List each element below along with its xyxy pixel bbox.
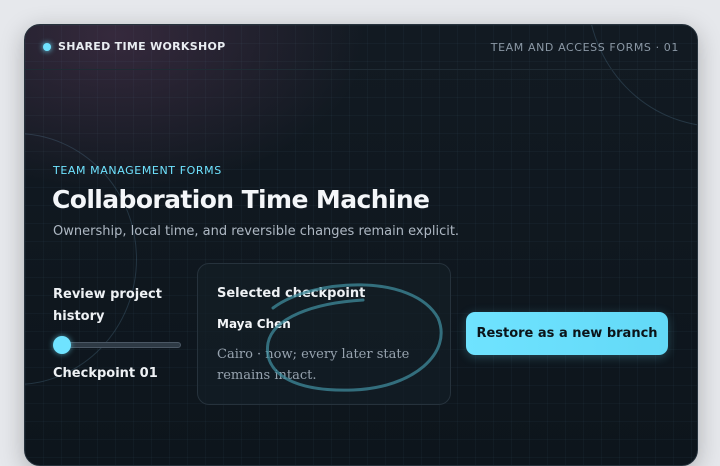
eyebrow-label: TEAM MANAGEMENT FORMS xyxy=(53,164,222,177)
history-label: Review project history xyxy=(53,287,162,324)
brand: SHARED TIME WORKSHOP xyxy=(43,40,226,53)
section-tag: TEAM AND ACCESS FORMS · 01 xyxy=(490,41,679,54)
restore-branch-button[interactable]: Restore as a new branch xyxy=(466,312,668,355)
page-title: Collaboration Time Machine xyxy=(52,185,430,214)
selected-checkpoint-card: Selected checkpoint Maya Chen Cairo · no… xyxy=(197,263,451,405)
status-dot-icon xyxy=(43,42,51,51)
checkpoint-author: Maya Chen xyxy=(217,317,291,331)
checkpoint-label: Checkpoint 01 xyxy=(53,366,158,381)
slider-track[interactable] xyxy=(57,342,181,348)
page-subtitle: Ownership, local time, and reversible ch… xyxy=(53,224,460,239)
checkpoint-heading: Selected checkpoint xyxy=(217,286,366,301)
top-bar: SHARED TIME WORKSHOP TEAM AND ACCESS FOR… xyxy=(25,25,697,70)
workshop-card: SHARED TIME WORKSHOP TEAM AND ACCESS FOR… xyxy=(24,24,698,466)
brand-title: SHARED TIME WORKSHOP xyxy=(58,40,226,53)
slider-thumb[interactable] xyxy=(53,336,71,354)
checkpoint-description: Cairo · now; every later state remains i… xyxy=(217,347,410,383)
history-slider[interactable] xyxy=(53,335,181,355)
